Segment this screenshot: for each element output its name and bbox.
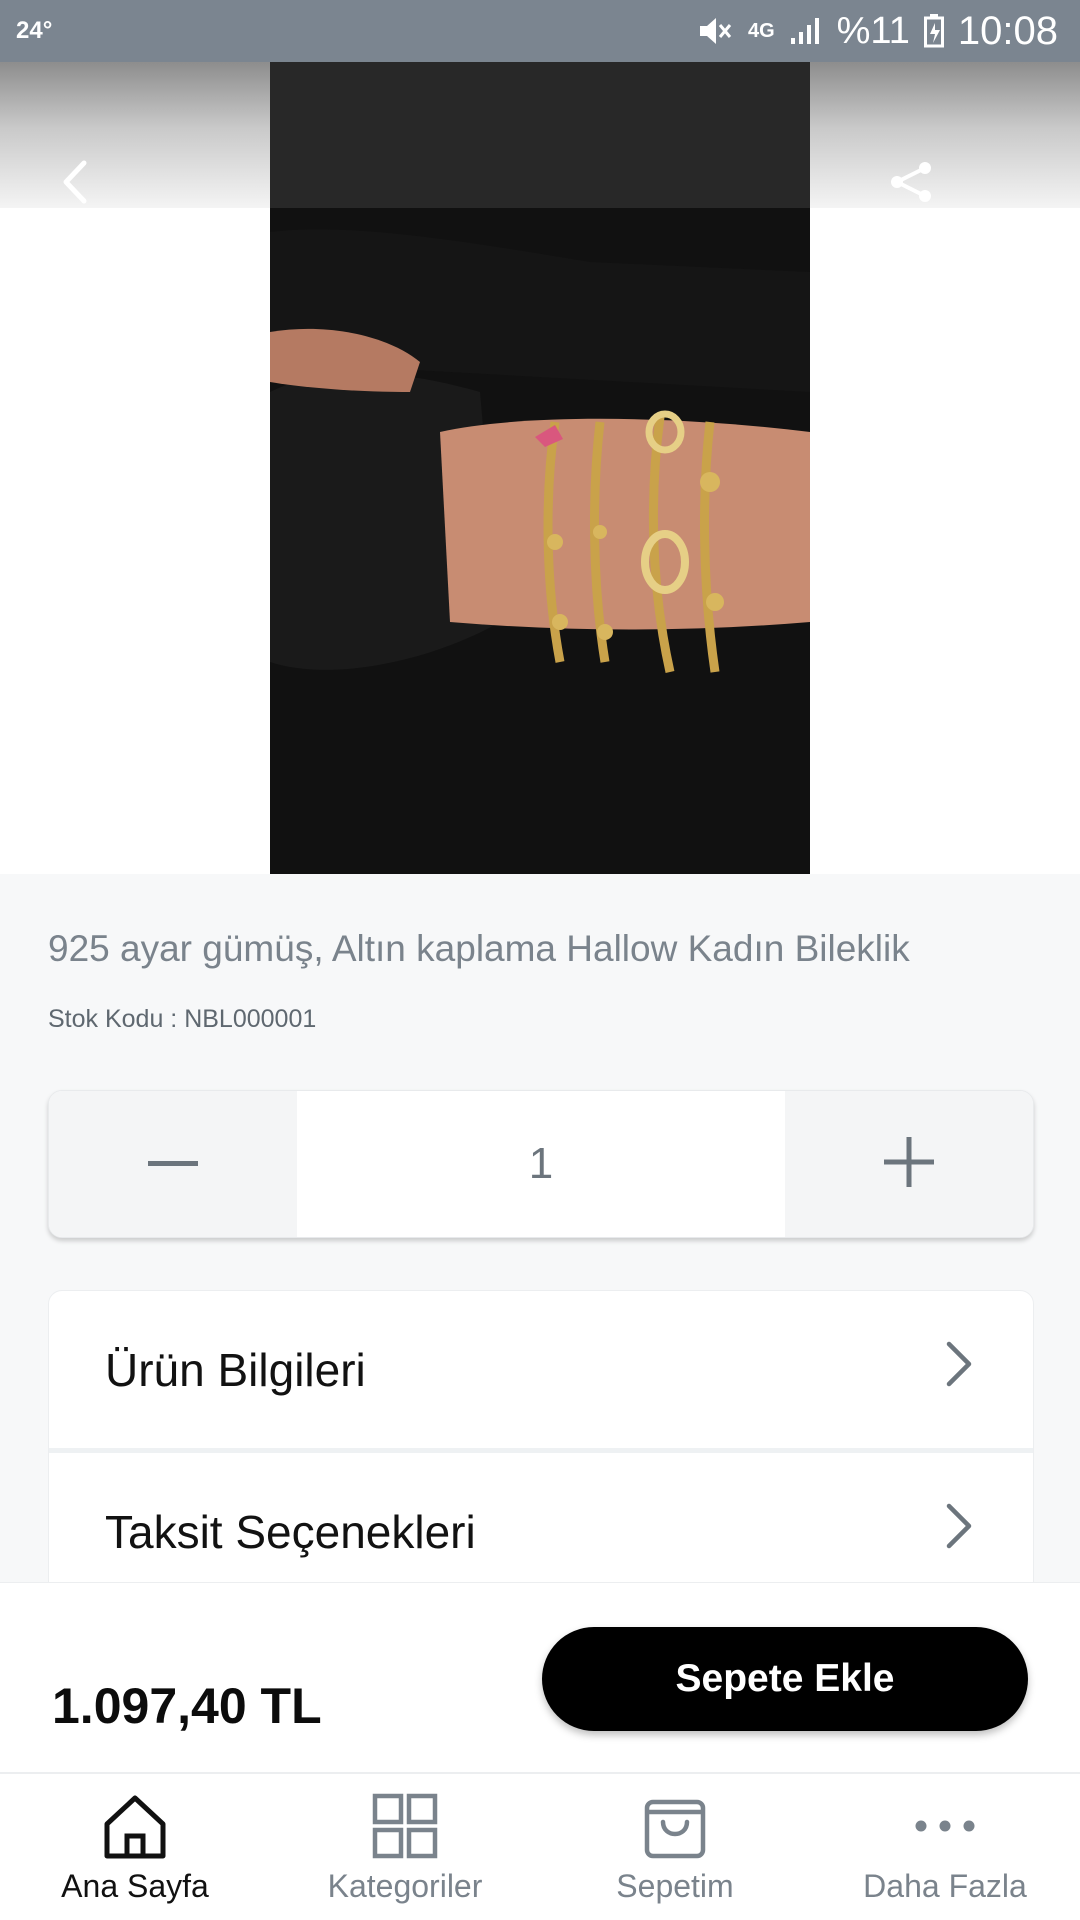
status-icons: 4G %11 10:08 [698, 9, 1058, 54]
home-icon [99, 1790, 171, 1862]
clock: 10:08 [957, 8, 1058, 53]
product-detail-screen: 24° 4G %11 10:08 925 ayar gümüş, Altın k… [0, 0, 1080, 1920]
product-image-area [0, 62, 1080, 874]
nav-home[interactable]: Ana Sayfa [0, 1774, 270, 1920]
shopping-bag-icon [639, 1790, 711, 1862]
product-photo[interactable] [270, 62, 810, 874]
chevron-right-icon [945, 1502, 973, 1561]
nav-categories-label: Kategoriler [327, 1868, 483, 1904]
nav-more[interactable]: Daha Fazla [810, 1774, 1080, 1920]
increase-quantity-button[interactable] [785, 1091, 1033, 1237]
grid-icon [369, 1790, 441, 1862]
nav-cart-label: Sepetim [616, 1868, 734, 1904]
share-icon [887, 160, 935, 209]
installment-options-row[interactable]: Taksit Seçenekleri [49, 1453, 1033, 1589]
stock-code: Stok Kodu : NBL000001 [48, 1005, 317, 1033]
add-to-cart-button[interactable]: Sepete Ekle [542, 1627, 1028, 1731]
battery-percent: %11 [836, 9, 910, 52]
product-info-row[interactable]: Ürün Bilgileri [49, 1291, 1033, 1453]
back-button[interactable] [30, 124, 120, 244]
mute-icon [698, 15, 734, 47]
photo-header-overlay [270, 62, 810, 208]
more-icon [909, 1790, 981, 1862]
installment-options-label: Taksit Seçenekleri [105, 1505, 476, 1558]
status-bar: 24° 4G %11 10:08 [0, 0, 1080, 62]
decrease-quantity-button[interactable] [49, 1091, 297, 1237]
share-button[interactable] [866, 124, 956, 244]
battery-icon [923, 14, 944, 48]
network-type: 4G [747, 20, 775, 42]
product-info-card: Ürün Bilgileri Taksit Seçenekleri [48, 1290, 1034, 1590]
purchase-bar: 1.097,40 TL Sepete Ekle [0, 1582, 1080, 1772]
chevron-right-icon [945, 1340, 973, 1399]
minus-icon [148, 1155, 198, 1173]
chevron-left-icon [60, 159, 90, 210]
bottom-navigation: Ana Sayfa Kategoriler Sepetim Daha Fazla [0, 1772, 1080, 1920]
product-price: 1.097,40 TL [52, 1678, 322, 1734]
plus-icon [884, 1136, 934, 1192]
signal-icon [789, 16, 823, 46]
nav-cart[interactable]: Sepetim [540, 1774, 810, 1920]
nav-more-label: Daha Fazla [863, 1868, 1027, 1904]
nav-home-label: Ana Sayfa [61, 1868, 209, 1904]
product-title: 925 ayar gümüş, Altın kaplama Hallow Kad… [48, 928, 910, 969]
product-info-label: Ürün Bilgileri [105, 1343, 366, 1396]
nav-categories[interactable]: Kategoriler [270, 1774, 540, 1920]
quantity-stepper: 1 [48, 1090, 1034, 1238]
weather-temperature: 24° [16, 17, 53, 44]
quantity-value[interactable]: 1 [297, 1091, 785, 1237]
